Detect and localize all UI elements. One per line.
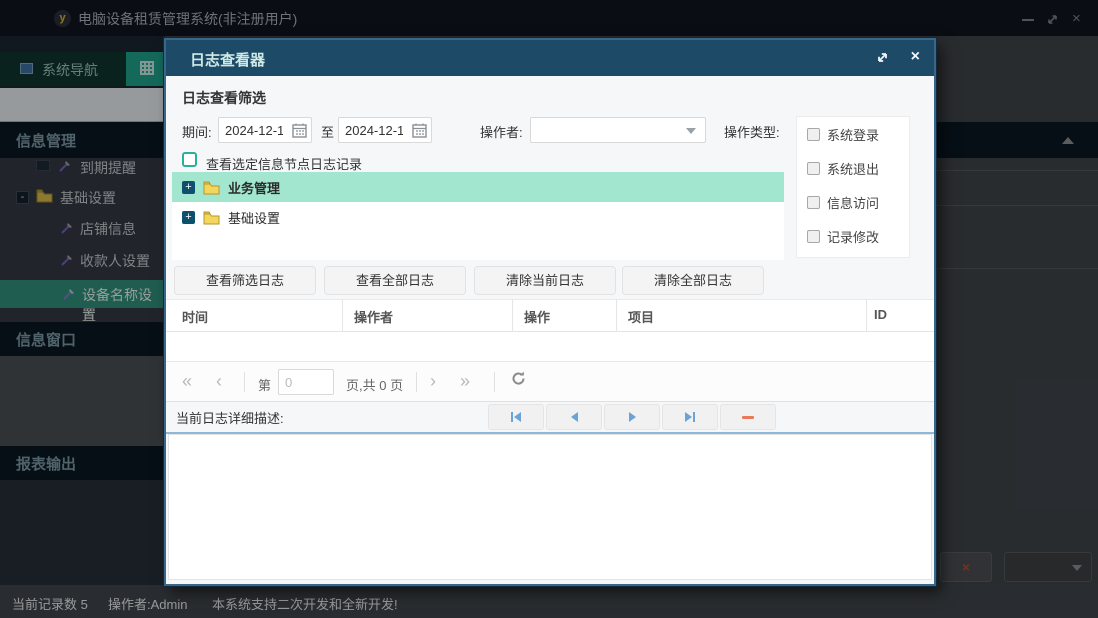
optype-row[interactable]: 系统退出 [797, 151, 909, 185]
optype-label: 系统退出 [827, 161, 880, 177]
col-operator[interactable]: 操作者 [354, 307, 393, 326]
date-to-input[interactable] [339, 118, 409, 142]
calendar-icon[interactable] [412, 123, 427, 138]
operator-dropdown[interactable] [530, 117, 706, 143]
checkbox-icon[interactable] [807, 161, 820, 175]
expand-plus-icon[interactable]: + [182, 210, 195, 224]
checkbox-icon[interactable] [807, 195, 820, 209]
node-filter-checkbox[interactable] [182, 152, 197, 167]
filter-section-title: 日志查看筛选 [182, 90, 266, 106]
dialog-header[interactable]: 日志查看器 × [166, 40, 934, 76]
optype-label: 系统登录 [827, 127, 880, 143]
last-record-button[interactable] [662, 404, 718, 430]
log-detail-textarea[interactable] [168, 434, 932, 580]
next-record-icon [628, 412, 636, 422]
column-divider [616, 299, 617, 332]
checkbox-icon[interactable] [807, 127, 820, 141]
date-to-field[interactable] [338, 117, 432, 143]
tree-row-label: 业务管理 [228, 180, 281, 196]
operator-input[interactable] [531, 118, 705, 142]
optype-label: 信息访问 [827, 195, 880, 211]
detail-description-label: 当前日志详细描述: [176, 411, 284, 426]
total-pages-label: 页,共 0 页 [346, 378, 404, 393]
column-divider [512, 299, 513, 332]
chevron-down-icon [686, 128, 696, 134]
folder-icon [203, 211, 220, 224]
operation-type-label: 操作类型: [724, 125, 780, 140]
minus-icon [742, 415, 754, 419]
refresh-icon[interactable] [510, 370, 527, 387]
view-filtered-logs-button[interactable]: 查看筛选日志 [174, 266, 316, 295]
tree-row-business[interactable]: + 业务管理 [172, 172, 784, 202]
dialog-title: 日志查看器 [190, 52, 266, 69]
optype-row[interactable]: 信息访问 [797, 185, 909, 219]
prev-page-button[interactable]: ‹ [216, 372, 222, 390]
checkbox-icon[interactable] [807, 229, 820, 243]
dialog-close-icon[interactable]: × [911, 49, 920, 65]
to-label: 至 [321, 125, 335, 140]
col-time[interactable]: 时间 [182, 307, 208, 326]
node-filter-label: 查看选定信息节点日志记录 [206, 157, 363, 172]
pager-divider [244, 372, 245, 392]
page-number-input[interactable] [279, 370, 333, 394]
expand-plus-icon[interactable]: + [182, 180, 195, 194]
col-project[interactable]: 项目 [628, 307, 654, 326]
next-record-button[interactable] [604, 404, 660, 430]
delete-record-button[interactable] [720, 404, 776, 430]
pager-divider [494, 372, 495, 392]
prev-record-button[interactable] [546, 404, 602, 430]
log-viewer-dialog: 日志查看器 × 日志查看筛选 期间: 至 操作者: 操作类型: 系统登录 [164, 38, 936, 586]
first-record-icon [511, 412, 521, 422]
prev-record-icon [570, 412, 578, 422]
operation-type-panel: 系统登录 系统退出 信息访问 记录修改 记录删除 [796, 116, 910, 258]
column-divider [866, 299, 867, 332]
page-label: 第 [258, 378, 272, 393]
period-label: 期间: [182, 125, 212, 140]
col-operation[interactable]: 操作 [524, 307, 550, 326]
tree-row-label: 基础设置 [228, 210, 281, 226]
view-all-logs-button[interactable]: 查看全部日志 [324, 266, 466, 295]
log-table-empty-row [166, 332, 934, 362]
folder-icon [203, 181, 220, 194]
tree-row-basic[interactable]: + 基础设置 [172, 202, 784, 232]
operator-label: 操作者: [480, 125, 523, 140]
last-page-button[interactable]: » [460, 372, 470, 390]
calendar-icon[interactable] [292, 123, 307, 138]
expand-icon[interactable] [875, 50, 890, 65]
optype-label: 记录修改 [827, 229, 880, 245]
optype-row[interactable]: 记录修改 [797, 219, 909, 253]
column-divider [342, 299, 343, 332]
optype-row[interactable]: 记录删除 [797, 253, 909, 257]
next-page-button[interactable]: › [430, 372, 436, 390]
first-record-button[interactable] [488, 404, 544, 430]
date-from-field[interactable] [218, 117, 312, 143]
clear-current-logs-button[interactable]: 清除当前日志 [474, 266, 616, 295]
modal-tree: + 业务管理 + 基础设置 [172, 172, 784, 260]
optype-row[interactable]: 系统登录 [797, 117, 909, 151]
app-window: y 电脑设备租赁管理系统(非注册用户) × 系统导航 信息管理 到期提醒 - 基… [0, 0, 1098, 618]
col-id[interactable]: ID [874, 307, 887, 322]
last-record-icon [685, 412, 695, 422]
date-from-input[interactable] [219, 118, 289, 142]
page-number-field[interactable] [278, 369, 334, 395]
clear-all-logs-button[interactable]: 清除全部日志 [622, 266, 764, 295]
first-page-button[interactable]: « [182, 372, 192, 390]
pager-divider [416, 372, 417, 392]
